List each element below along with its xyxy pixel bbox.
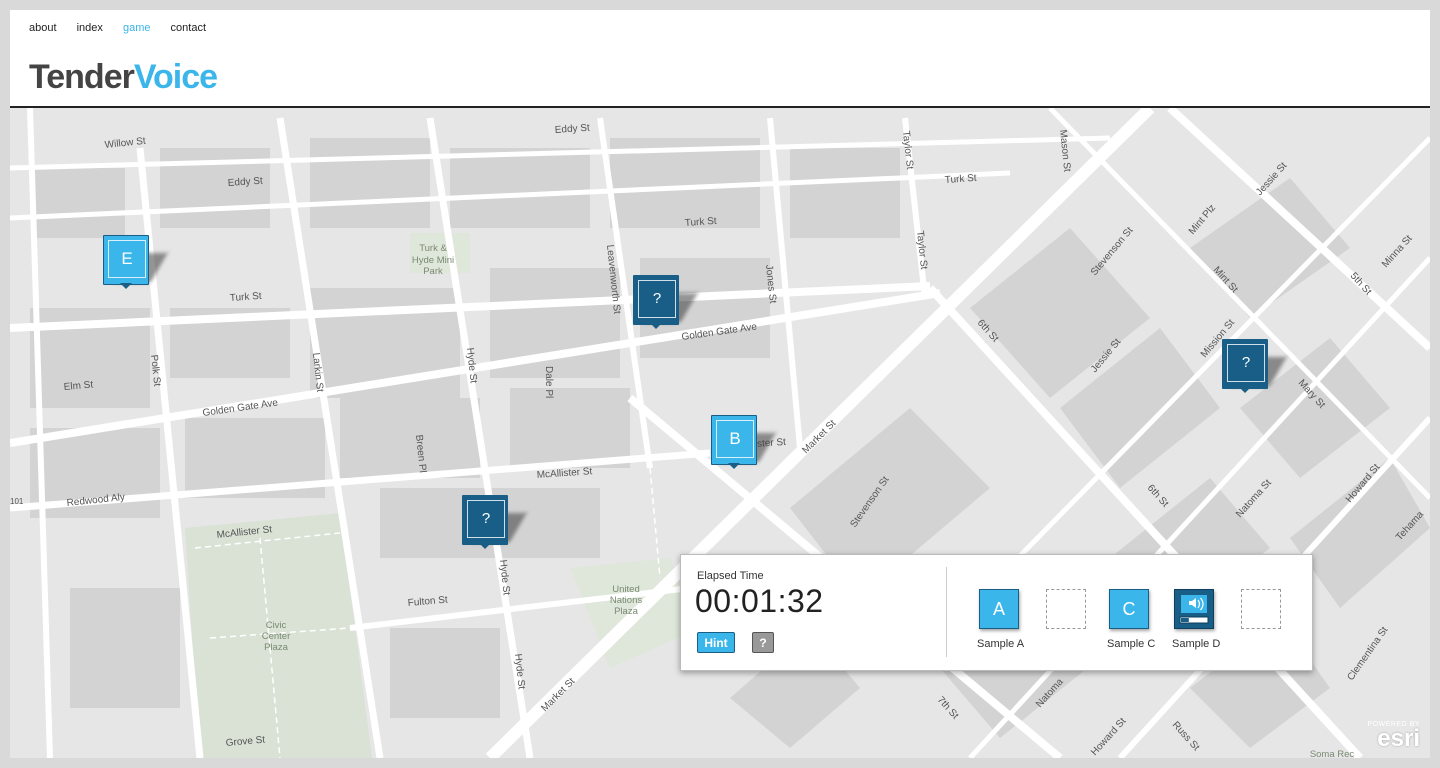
sample-slot-c[interactable]: C	[1109, 589, 1149, 629]
panel-divider	[946, 567, 947, 657]
logo-part-1: Tender	[29, 58, 135, 96]
marker-label: B	[716, 420, 754, 458]
page-frame: about index game contact TenderVoice Wil…	[10, 10, 1430, 758]
map-marker-b[interactable]: B	[711, 415, 776, 469]
logo-part-2: Voice	[133, 58, 218, 96]
sample-slot-empty[interactable]	[1241, 589, 1281, 629]
nav-about[interactable]: about	[29, 22, 57, 34]
place-label: Nations	[610, 595, 642, 606]
sample-slot-a[interactable]: A	[979, 589, 1019, 629]
place-label: Soma Rec	[1310, 749, 1355, 758]
elapsed-time-label: Elapsed Time	[697, 570, 764, 582]
place-label: Plaza	[614, 606, 638, 617]
elapsed-time-value: 00:01:32	[695, 583, 824, 619]
highway-shield: 101	[10, 497, 24, 506]
map-marker-unknown[interactable]: ?	[1222, 339, 1287, 393]
sample-slot-empty[interactable]	[1046, 589, 1086, 629]
top-nav: about index game contact	[29, 22, 223, 34]
place-label: United	[612, 584, 639, 595]
marker-label: E	[108, 240, 146, 278]
street-label: Turk St	[944, 173, 977, 186]
place-label: Turk &	[419, 243, 447, 254]
place-label: Hyde Mini	[412, 255, 454, 266]
sample-label: Sample A	[977, 638, 1025, 650]
sample-label: Sample C	[1107, 638, 1156, 650]
map-marker-e[interactable]: E	[103, 235, 168, 289]
site-header: about index game contact TenderVoice	[10, 10, 1430, 108]
nav-game[interactable]: game	[123, 22, 151, 34]
game-panel: Elapsed Time 00:01:32 Hint ? A Sample A …	[680, 554, 1313, 671]
nav-index[interactable]: index	[77, 22, 103, 34]
map-view[interactable]: Willow St Eddy St Eddy St Turk St Turk S…	[10, 108, 1430, 758]
playback-progress-fill	[1181, 618, 1189, 622]
place-label: Civic	[266, 620, 287, 631]
site-logo[interactable]: TenderVoice	[29, 58, 218, 97]
street-label: Turk St	[684, 216, 717, 229]
sample-label: Sample D	[1172, 638, 1221, 650]
marker-label: ?	[1227, 344, 1265, 382]
street-label: Turk St	[229, 291, 262, 304]
nav-contact[interactable]: contact	[171, 22, 206, 34]
sample-slot-d[interactable]	[1174, 589, 1214, 629]
place-label: Plaza	[264, 642, 288, 653]
hint-button[interactable]: Hint	[697, 632, 735, 653]
help-button[interactable]: ?	[752, 632, 774, 653]
street-label: Dale Pl	[543, 366, 554, 398]
esri-logo: esri	[1377, 725, 1420, 752]
map-marker-unknown[interactable]: ?	[462, 495, 527, 549]
place-label: Park	[423, 266, 443, 277]
speaker-icon	[1179, 595, 1209, 624]
map-marker-unknown[interactable]: ?	[633, 275, 698, 329]
esri-attribution[interactable]: POWERED BY esri	[1368, 721, 1420, 752]
marker-label: ?	[638, 280, 676, 318]
marker-label: ?	[467, 500, 505, 538]
place-label: Center	[262, 631, 291, 642]
